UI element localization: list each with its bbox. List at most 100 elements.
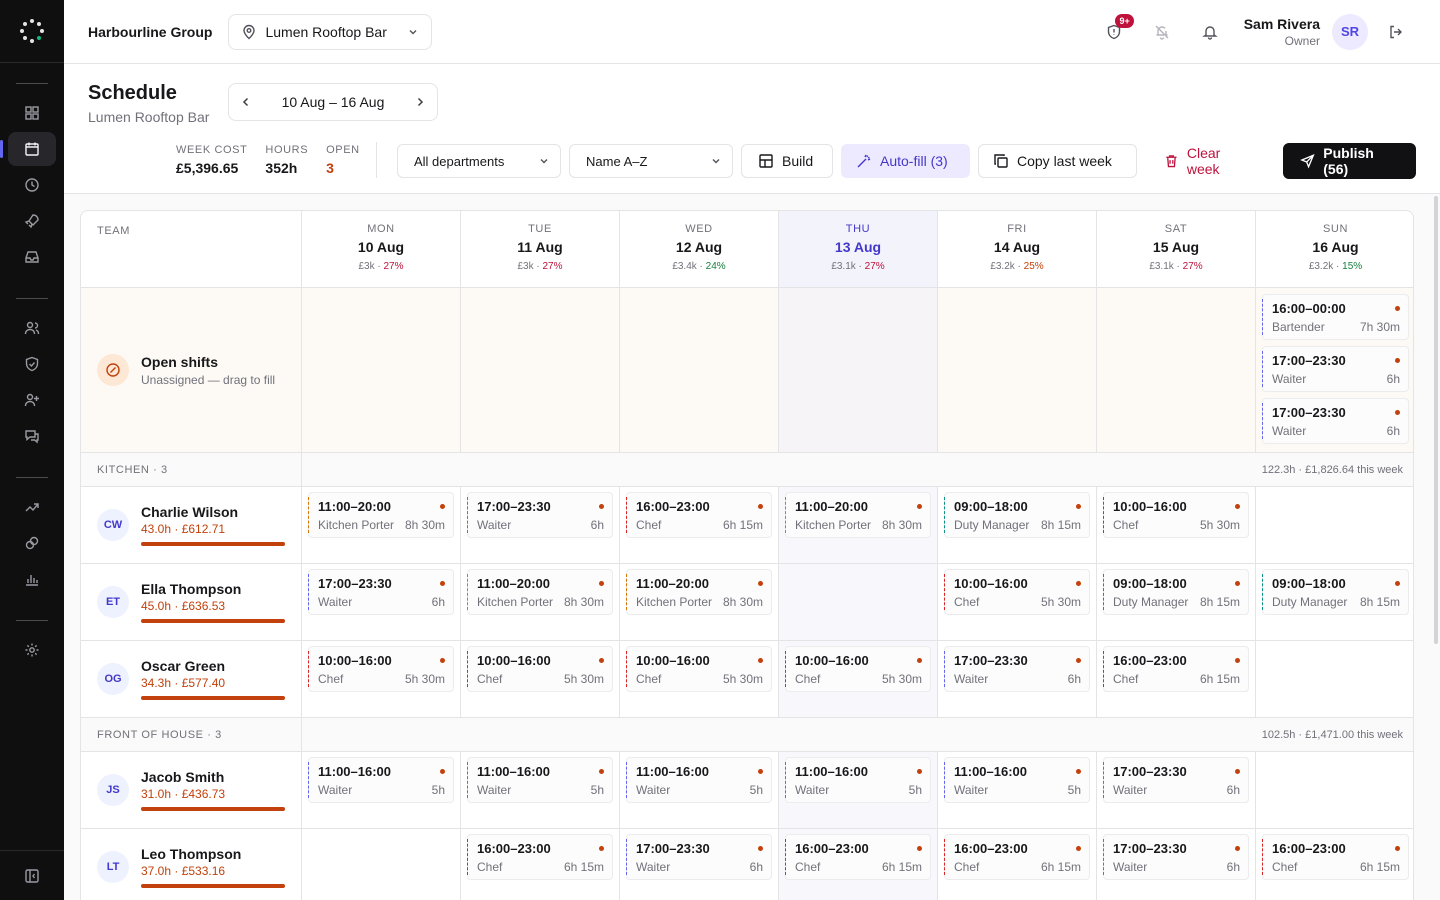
shift-card[interactable]: 10:00–16:00 Chef 5h 30m: [626, 646, 772, 692]
nav-team[interactable]: [8, 311, 56, 345]
page-scrollbar[interactable]: [1434, 196, 1438, 644]
shift-cell[interactable]: 16:00–23:00 Chef 6h 15m: [938, 829, 1097, 900]
shift-cell[interactable]: 11:00–16:00 Waiter 5h: [620, 752, 779, 828]
shift-cell[interactable]: 09:00–18:00 Duty Manager 8h 15m: [1097, 564, 1256, 640]
nav-reports[interactable]: [8, 562, 56, 596]
shift-cell[interactable]: 17:00–23:30 Waiter 6h: [938, 641, 1097, 717]
day-header-wed[interactable]: WED 12 Aug £3.4k · 24%: [620, 211, 779, 287]
shift-card[interactable]: 16:00–00:00 Bartender 7h 30m: [1262, 294, 1409, 340]
shift-cell[interactable]: 10:00–16:00 Chef 5h 30m: [620, 641, 779, 717]
shift-cell[interactable]: 11:00–20:00 Kitchen Porter 8h 30m: [461, 564, 620, 640]
employee-info[interactable]: CW Charlie Wilson 43.0h · £612.71: [81, 487, 302, 563]
day-header-sat[interactable]: SAT 15 Aug £3.1k · 27%: [1097, 211, 1256, 287]
open-shift-cell[interactable]: [461, 288, 620, 452]
build-button[interactable]: Build: [741, 144, 833, 178]
nav-schedule[interactable]: [0, 132, 56, 166]
logout-button[interactable]: [1376, 12, 1416, 52]
nav-compliance[interactable]: [8, 347, 56, 381]
nav-trends[interactable]: [8, 490, 56, 524]
shift-cell[interactable]: 16:00–23:00 Chef 6h 15m: [461, 829, 620, 900]
shift-card[interactable]: 09:00–18:00 Duty Manager 8h 15m: [1103, 569, 1249, 615]
shift-cell[interactable]: 17:00–23:30 Waiter 6h: [302, 564, 461, 640]
week-range[interactable]: 10 Aug – 16 Aug: [282, 94, 385, 110]
shift-card[interactable]: 10:00–16:00 Chef 5h 30m: [1103, 492, 1249, 538]
shift-cell[interactable]: 16:00–23:00 Chef 6h 15m: [620, 487, 779, 563]
user-avatar[interactable]: SR: [1332, 13, 1368, 50]
shift-cell[interactable]: 11:00–16:00 Waiter 5h: [938, 752, 1097, 828]
shift-cell[interactable]: [779, 564, 938, 640]
shift-card[interactable]: 09:00–18:00 Duty Manager 8h 15m: [944, 492, 1090, 538]
shift-card[interactable]: 16:00–23:00 Chef 6h 15m: [944, 834, 1090, 880]
notifications-button[interactable]: [1190, 12, 1230, 52]
mute-notifications-button[interactable]: [1142, 12, 1182, 52]
nav-time[interactable]: [8, 168, 56, 202]
shift-cell[interactable]: 11:00–16:00 Waiter 5h: [779, 752, 938, 828]
shift-cell[interactable]: 11:00–20:00 Kitchen Porter 8h 30m: [620, 564, 779, 640]
shift-card[interactable]: 16:00–23:00 Chef 6h 15m: [467, 834, 613, 880]
shift-card[interactable]: 16:00–23:00 Chef 6h 15m: [1103, 646, 1249, 692]
shift-card[interactable]: 11:00–16:00 Waiter 5h: [944, 757, 1090, 803]
shift-cell[interactable]: 17:00–23:30 Waiter 6h: [1097, 752, 1256, 828]
open-shift-cell[interactable]: [620, 288, 779, 452]
shift-card[interactable]: 11:00–16:00 Waiter 5h: [467, 757, 613, 803]
user-info[interactable]: Sam Rivera Owner: [1244, 16, 1320, 48]
sort-select[interactable]: Name A–Z: [569, 144, 733, 178]
shift-card[interactable]: 11:00–20:00 Kitchen Porter 8h 30m: [626, 569, 772, 615]
shift-cell[interactable]: [302, 829, 461, 900]
shift-card[interactable]: 11:00–20:00 Kitchen Porter 8h 30m: [308, 492, 454, 538]
employee-info[interactable]: LT Leo Thompson 37.0h · £533.16: [81, 829, 302, 900]
shift-cell[interactable]: 11:00–16:00 Waiter 5h: [302, 752, 461, 828]
nav-inbox[interactable]: [8, 240, 56, 274]
shift-cell[interactable]: 11:00–20:00 Kitchen Porter 8h 30m: [779, 487, 938, 563]
shift-card[interactable]: 10:00–16:00 Chef 5h 30m: [944, 569, 1090, 615]
day-header-sun[interactable]: SUN 16 Aug £3.2k · 15%: [1256, 211, 1413, 287]
nav-launch[interactable]: [8, 204, 56, 238]
open-shift-cell[interactable]: [938, 288, 1097, 452]
shift-cell[interactable]: 16:00–23:00 Chef 6h 15m: [1097, 641, 1256, 717]
shift-cell[interactable]: 10:00–16:00 Chef 5h 30m: [779, 641, 938, 717]
shift-cell[interactable]: 11:00–16:00 Waiter 5h: [461, 752, 620, 828]
shift-card[interactable]: 17:00–23:30 Waiter 6h: [1103, 757, 1249, 803]
shift-card[interactable]: 17:00–23:30 Waiter 6h: [1103, 834, 1249, 880]
shift-cell[interactable]: 17:00–23:30 Waiter 6h: [620, 829, 779, 900]
shift-cell[interactable]: 17:00–23:30 Waiter 6h: [461, 487, 620, 563]
open-shift-cell[interactable]: 16:00–00:00 Bartender 7h 30m 17:00–23:30 Wai…: [1256, 288, 1413, 452]
shift-card[interactable]: 11:00–20:00 Kitchen Porter 8h 30m: [467, 569, 613, 615]
shift-cell[interactable]: 09:00–18:00 Duty Manager 8h 15m: [938, 487, 1097, 563]
shift-card[interactable]: 17:00–23:30 Waiter 6h: [944, 646, 1090, 692]
shift-card[interactable]: 10:00–16:00 Chef 5h 30m: [308, 646, 454, 692]
day-header-fri[interactable]: FRI 14 Aug £3.2k · 25%: [938, 211, 1097, 287]
nav-hiring[interactable]: [8, 383, 56, 417]
copy-last-week-button[interactable]: Copy last week: [978, 144, 1137, 178]
shift-card[interactable]: 10:00–16:00 Chef 5h 30m: [467, 646, 613, 692]
shift-cell[interactable]: 11:00–20:00 Kitchen Porter 8h 30m: [302, 487, 461, 563]
collapse-sidebar-button[interactable]: [0, 850, 64, 900]
open-shift-cell[interactable]: [1097, 288, 1256, 452]
employee-info[interactable]: JS Jacob Smith 31.0h · £436.73: [81, 752, 302, 828]
chevron-left-icon[interactable]: [239, 95, 253, 109]
shift-card[interactable]: 10:00–16:00 Chef 5h 30m: [785, 646, 931, 692]
shift-cell[interactable]: [1256, 487, 1413, 563]
day-header-thu[interactable]: THU 13 Aug £3.1k · 27%: [779, 211, 938, 287]
shift-card[interactable]: 09:00–18:00 Duty Manager 8h 15m: [1262, 569, 1409, 615]
nav-dashboard[interactable]: [8, 96, 56, 130]
shift-card[interactable]: 11:00–16:00 Waiter 5h: [626, 757, 772, 803]
open-shift-cell[interactable]: [779, 288, 938, 452]
shift-card[interactable]: 16:00–23:00 Chef 6h 15m: [626, 492, 772, 538]
shift-card[interactable]: 17:00–23:30 Waiter 6h: [626, 834, 772, 880]
alerts-button[interactable]: 9+: [1094, 12, 1134, 52]
shift-card[interactable]: 11:00–16:00 Waiter 5h: [308, 757, 454, 803]
clear-week-button[interactable]: Clear week: [1149, 144, 1267, 178]
shift-cell[interactable]: 10:00–16:00 Chef 5h 30m: [302, 641, 461, 717]
shift-cell[interactable]: 10:00–16:00 Chef 5h 30m: [1097, 487, 1256, 563]
chevron-right-icon[interactable]: [413, 95, 427, 109]
location-select[interactable]: Lumen Rooftop Bar: [228, 13, 433, 50]
shift-cell[interactable]: 10:00–16:00 Chef 5h 30m: [461, 641, 620, 717]
department-select[interactable]: All departments: [397, 144, 561, 178]
shift-card[interactable]: 17:00–23:30 Waiter 6h: [1262, 398, 1409, 444]
shift-card[interactable]: 11:00–16:00 Waiter 5h: [785, 757, 931, 803]
shift-cell[interactable]: 17:00–23:30 Waiter 6h: [1097, 829, 1256, 900]
employee-info[interactable]: ET Ella Thompson 45.0h · £636.53: [81, 564, 302, 640]
shift-card[interactable]: 16:00–23:00 Chef 6h 15m: [785, 834, 931, 880]
autofill-button[interactable]: Auto-fill (3): [841, 144, 970, 178]
